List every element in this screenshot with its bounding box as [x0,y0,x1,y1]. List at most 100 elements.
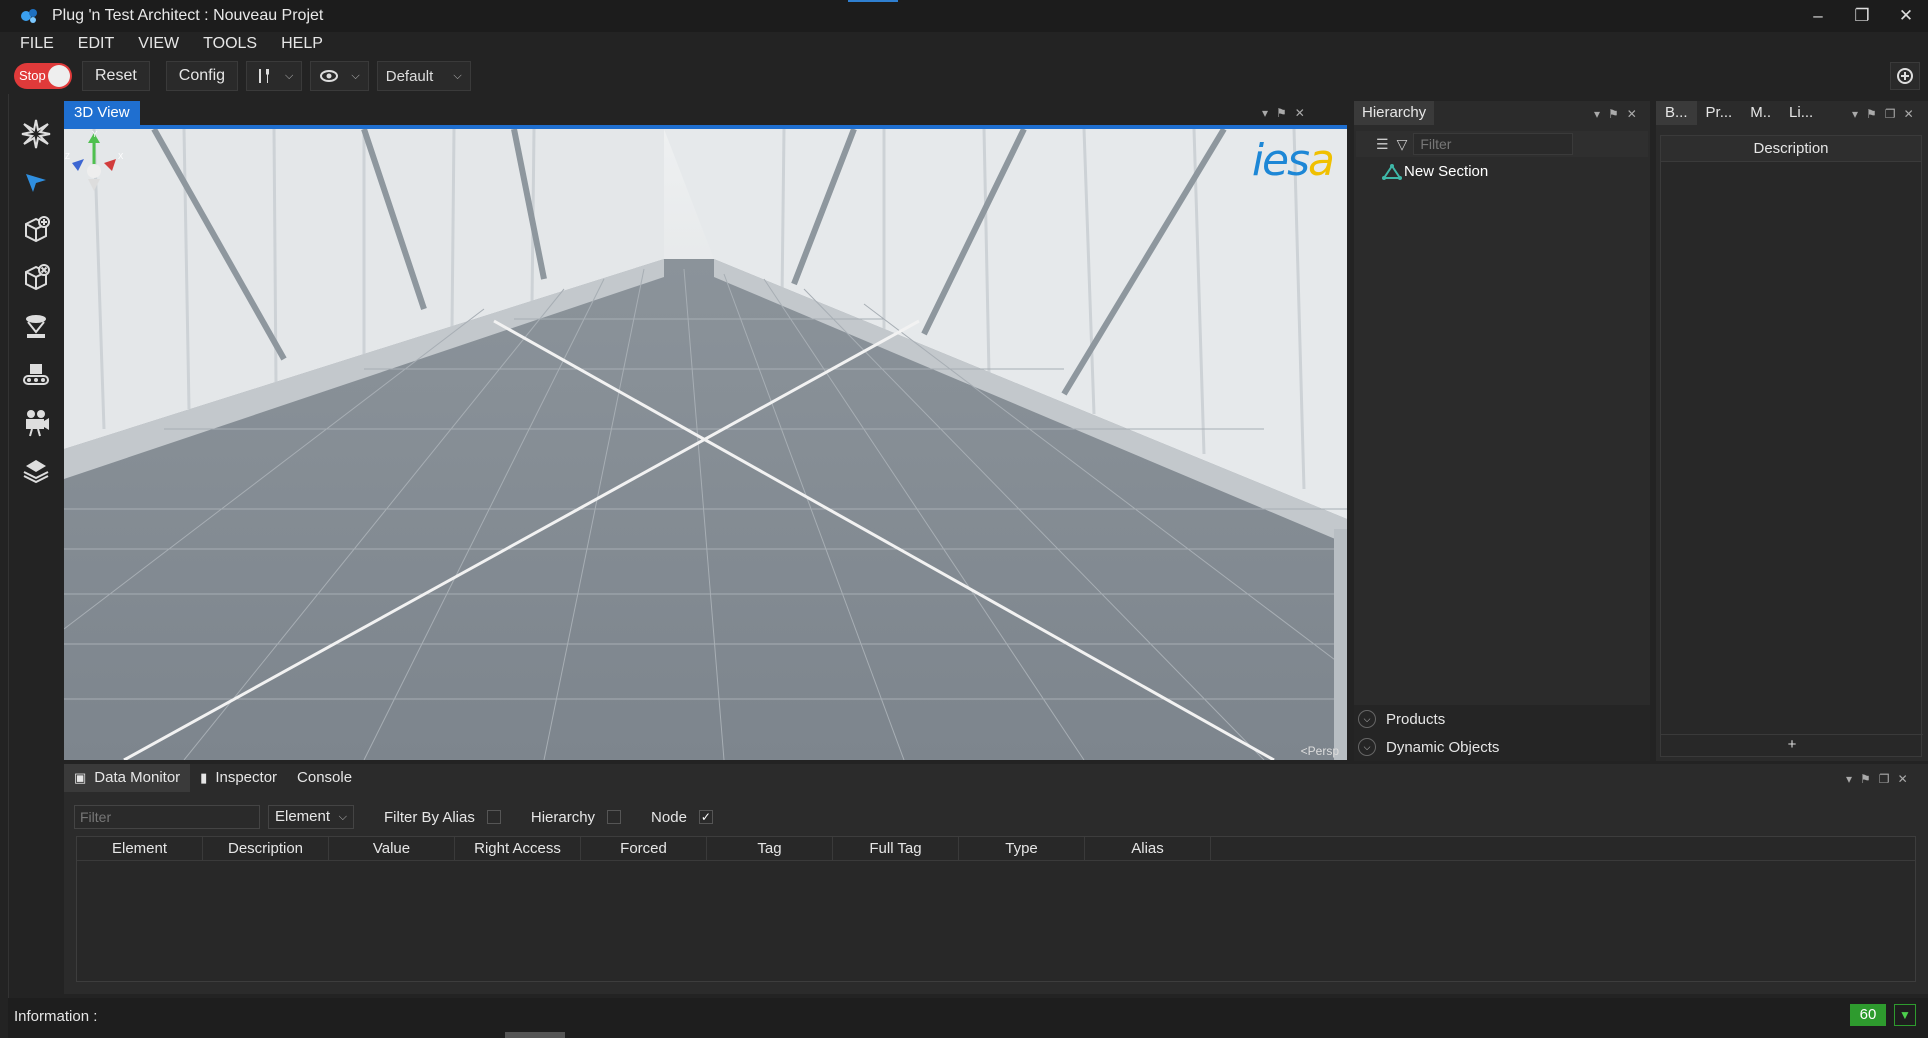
viewport-3d[interactable]: iesa Y X Z <Persp [64,129,1347,760]
reset-button[interactable]: Reset [82,61,150,91]
tab-li[interactable]: Li... [1780,101,1822,125]
close-button[interactable]: ✕ [1884,0,1928,32]
menu-file[interactable]: FILE [8,32,66,56]
axis-z-label: Z [65,152,70,161]
element-select[interactable]: Element ⌵ [268,805,354,829]
tab-console[interactable]: Console [287,764,362,792]
pin-icon[interactable]: ⚑ [1276,106,1287,120]
hierarchy-filter-input[interactable]: Filter [1413,133,1574,155]
wrench-icon [259,69,270,83]
element-select-value: Element [275,808,331,825]
close-icon[interactable]: ✕ [1898,772,1908,786]
chevron-down-icon: ⌵ [285,69,294,82]
projection-label[interactable]: <Persp [1301,744,1339,758]
chevron-down-icon: ⌵ [1358,738,1376,756]
logo-text-a: ies [1251,135,1310,186]
col-full-tag[interactable]: Full Tag [833,837,959,860]
menu-tools[interactable]: TOOLS [191,32,269,56]
close-icon[interactable]: ✕ [1904,107,1914,121]
axis-y-label: Y [92,130,98,139]
col-description[interactable]: Description [203,837,329,860]
list-view-icon[interactable]: ☰ [1376,136,1389,153]
conveyor-icon [23,364,49,385]
camera-icon [26,410,49,437]
products-group[interactable]: ⌵ Products [1354,705,1650,733]
data-filter-row: Filter Element ⌵ Filter By Alias Hierarch… [74,804,713,830]
status-bar: Information : 60 ▼ [8,998,1928,1038]
tool-sensor[interactable] [8,302,64,350]
axis-gizmo[interactable]: Y X Z [64,129,124,199]
close-icon[interactable]: ✕ [1295,106,1305,120]
config-button[interactable]: Config [165,61,239,91]
menu-view[interactable]: VIEW [126,32,191,56]
properties-content: Description + [1660,135,1923,757]
add-property-button[interactable]: + [1661,734,1923,756]
col-alias[interactable]: Alias [1085,837,1211,860]
select-arrow-icon [26,174,46,192]
tab-m[interactable]: M.. [1741,101,1780,125]
menu-edit[interactable]: EDIT [66,32,126,56]
tool-select[interactable] [8,158,64,206]
hierarchy-panel-controls: ▾ ⚑ ✕ [1594,107,1637,121]
tool-explode[interactable] [8,110,64,158]
tab-pr[interactable]: Pr... [1697,101,1742,125]
bottom-tabs: ▣ Data Monitor ▮ Inspector Console [64,764,362,792]
pin-icon[interactable]: ⚑ [1608,107,1619,121]
connection-icon[interactable]: ▼ [1894,1004,1916,1026]
panel-menu-icon[interactable]: ▾ [1594,107,1600,121]
restore-button[interactable]: ❐ [1840,0,1884,32]
chevron-down-icon: ⌵ [1358,710,1376,728]
tree-node-new-section[interactable]: New Section [1382,163,1488,180]
view-preset-select[interactable]: Default ⌵ [376,61,471,91]
bottom-panel: ▣ Data Monitor ▮ Inspector Console ▾ ⚑ ❐ ✕… [64,764,1928,994]
pin-icon[interactable]: ⚑ [1860,772,1871,786]
title-accent [848,0,898,2]
panel-menu-icon[interactable]: ▾ [1846,772,1852,786]
horizontal-scrollbar[interactable] [505,1032,565,1038]
tool-camera[interactable] [8,398,64,446]
col-type[interactable]: Type [959,837,1085,860]
node-checkbox[interactable]: Node ✓ [651,809,713,826]
col-value[interactable]: Value [329,837,455,860]
visibility-dropdown[interactable]: ⌵ [310,61,369,91]
checkbox-box [486,810,501,824]
hierarchy-footer: ⌵ Products ⌵ Dynamic Objects [1354,705,1650,761]
tools-dropdown[interactable]: ⌵ [246,61,303,91]
tool-conveyor[interactable] [8,350,64,398]
dynamic-objects-group[interactable]: ⌵ Dynamic Objects [1354,733,1650,761]
menu-help[interactable]: HELP [269,32,335,56]
tab-b[interactable]: B... [1656,101,1697,125]
tab-data-monitor[interactable]: ▣ Data Monitor [64,764,191,792]
col-element[interactable]: Element [77,837,203,860]
tab-inspector[interactable]: ▮ Inspector [190,764,287,792]
filter-icon[interactable]: ▽ [1397,136,1408,153]
bottom-panel-controls: ▾ ⚑ ❐ ✕ [1846,772,1908,786]
view-panel-controls: ▾ ⚑ ✕ [1262,106,1305,120]
tool-remove-object[interactable] [8,254,64,302]
tool-add-object[interactable] [8,206,64,254]
tab-3d-view[interactable]: 3D View [64,101,140,125]
properties-tabs: B... Pr... M.. Li... [1656,101,1822,125]
col-right-access[interactable]: Right Access [455,837,581,860]
col-tag[interactable]: Tag [707,837,833,860]
panel-menu-icon[interactable]: ▾ [1852,107,1858,121]
tab-hierarchy[interactable]: Hierarchy [1354,101,1435,125]
plugin-button[interactable] [1890,62,1920,90]
float-icon[interactable]: ❐ [1879,772,1890,786]
pin-icon[interactable]: ⚑ [1866,107,1877,121]
col-forced[interactable]: Forced [581,837,707,860]
close-icon[interactable]: ✕ [1627,107,1637,121]
hierarchy-filter-row: ☰ ▽ Filter [1356,131,1648,157]
panel-menu-icon[interactable]: ▾ [1262,106,1268,120]
dynamic-objects-label: Dynamic Objects [1386,738,1500,756]
filter-by-alias-checkbox[interactable]: Filter By Alias [384,809,501,826]
minimize-button[interactable]: – [1796,0,1840,32]
data-filter-input[interactable]: Filter [74,805,260,829]
float-icon[interactable]: ❐ [1885,107,1896,121]
hierarchy-checkbox[interactable]: Hierarchy [531,809,622,826]
properties-panel-controls: ▾ ⚑ ❐ ✕ [1852,107,1914,121]
tab-data-monitor-label: Data Monitor [94,769,181,786]
stop-toggle[interactable]: Stop [14,63,72,89]
tool-robot[interactable] [8,446,64,494]
app-logo-icon [21,9,37,23]
